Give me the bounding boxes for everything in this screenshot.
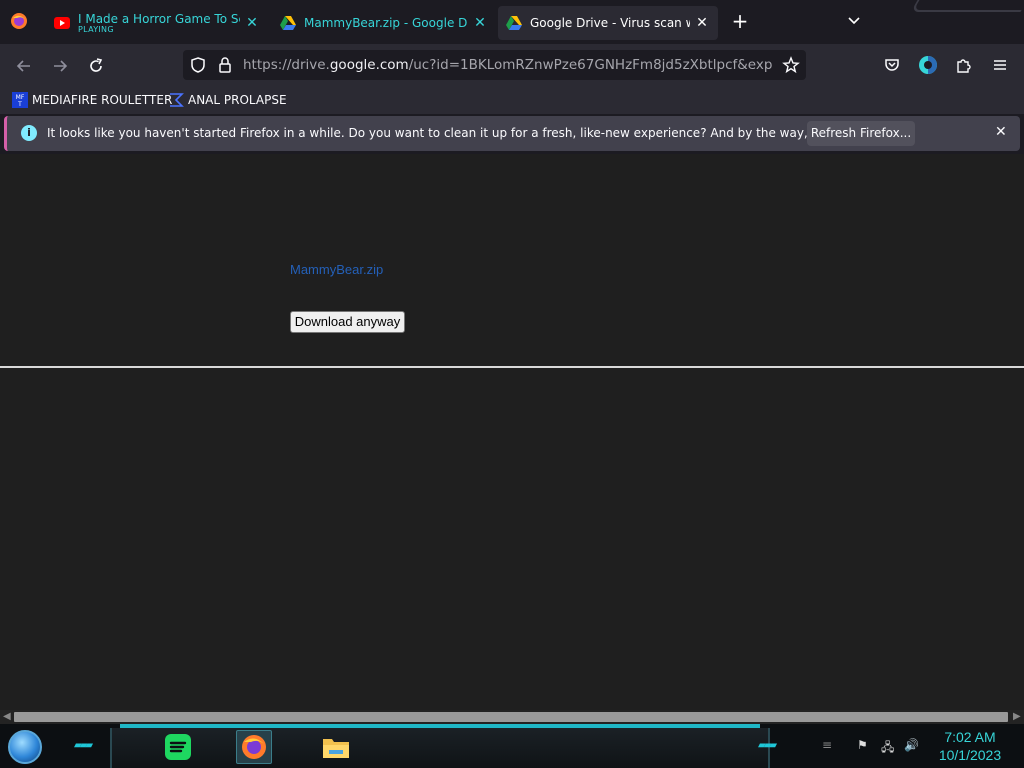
screen: I Made a Horror Game To Scare PLAYING ✕ … [0,0,1024,768]
page-content: MammyBear.zip Download anyway [0,154,1024,710]
navigation-toolbar: https://drive.google.com/uc?id=1BKLomRZn… [0,44,1024,86]
horizontal-scrollbar[interactable]: ◀ ▶ [0,710,1024,724]
bookmarks-toolbar: MF T MEDIAFIRE ROULETTER ANAL PROLAPSE [0,86,1024,114]
tab-youtube[interactable]: I Made a Horror Game To Scare PLAYING ✕ [46,6,268,40]
youtube-icon [54,15,70,31]
svg-text:T: T [17,101,22,108]
taskbar-separator-icon: ≡ [822,738,833,752]
lock-icon[interactable] [217,56,233,78]
system-clock[interactable]: 7:02 AM 10/1/2023 [930,728,1010,764]
forward-arrow-icon[interactable] [48,54,72,78]
scroll-left-arrow-icon[interactable]: ◀ [3,711,11,722]
url-prefix: https://drive. [243,57,330,73]
notification-message: It looks like you haven't started Firefo… [47,126,903,140]
svg-text:MF: MF [16,94,25,101]
tab-title: MammyBear.zip - Google Drive [304,16,468,30]
url-domain: google.com [329,57,409,73]
file-name-link[interactable]: MammyBear.zip [290,262,383,277]
divider [0,366,1024,368]
start-orb-icon[interactable] [8,730,42,764]
tracking-protection-shield-icon[interactable] [189,56,207,78]
tab-google-drive[interactable]: MammyBear.zip - Google Drive ✕ [272,6,496,40]
scrollbar-thumb[interactable] [14,712,1008,722]
back-arrow-icon[interactable] [12,54,36,78]
scroll-right-arrow-icon[interactable]: ▶ [1013,711,1021,722]
close-tab-icon[interactable]: ✕ [694,15,710,31]
tab-title: Google Drive - Virus scan warni [530,16,690,30]
url-path: /uc?id=1BKLomRZnwPze67GNHzFm8jd5zXbtlpcf… [408,57,773,73]
bookmark-anal-prolapse[interactable]: ANAL PROLAPSE [168,90,287,110]
taskbar: ▰▰▰ ▰▰▰ ≡ ⚑ 🖧 🔊 7:02 AM 10/1/2023 [0,724,1024,768]
chevron-decor-icon: ▰▰▰ [74,740,93,751]
address-bar[interactable]: https://drive.google.com/uc?id=1BKLomRZn… [183,50,806,80]
network-icon[interactable]: 🖧 [881,738,894,759]
taskbar-accent-line [120,724,760,728]
new-tab-button[interactable]: + [730,11,750,32]
close-icon[interactable]: ✕ [995,124,1007,140]
reload-icon[interactable] [84,54,108,78]
mediafire-icon: MF T [12,92,28,108]
extensions-puzzle-icon[interactable] [953,54,975,76]
tab-title: I Made a Horror Game To Scare [78,12,240,26]
download-anyway-button[interactable]: Download anyway [290,311,405,333]
url-text[interactable]: https://drive.google.com/uc?id=1BKLomRZn… [243,57,773,73]
tab-playing-label: PLAYING [78,25,114,34]
taskbar-plate [110,728,770,768]
firefox-view-icon[interactable] [10,12,28,30]
window-decoration [910,0,1024,12]
spotify-icon[interactable] [160,730,196,764]
bookmark-label: ANAL PROLAPSE [188,93,287,107]
close-tab-icon[interactable]: ✕ [472,15,488,31]
refresh-firefox-notification: i It looks like you haven't started Fire… [4,116,1020,151]
tab-strip: I Made a Horror Game To Scare PLAYING ✕ … [0,0,1024,44]
account-avatar-icon[interactable] [917,54,939,76]
clock-date: 10/1/2023 [938,747,1002,763]
action-center-flag-icon[interactable]: ⚑ [857,738,868,752]
chevron-decor-icon: ▰▰▰ [758,740,777,751]
info-icon: i [21,125,37,141]
refresh-firefox-button[interactable]: Refresh Firefox... [807,121,915,146]
firefox-taskbar-icon[interactable] [236,730,272,764]
tab-virus-scan-warning[interactable]: Google Drive - Virus scan warni ✕ [498,6,718,40]
bookmark-mediafire[interactable]: MF T MEDIAFIRE ROULETTER [12,90,172,110]
sigma-icon [168,92,184,108]
file-explorer-icon[interactable] [318,730,354,764]
google-drive-icon [506,15,522,31]
bookmark-label: MEDIAFIRE ROULETTER [32,93,173,107]
clock-time: 7:02 AM [944,729,996,745]
bookmark-star-icon[interactable] [782,56,800,78]
list-all-tabs-chevron-icon[interactable] [845,12,863,30]
pocket-icon[interactable] [881,54,903,76]
hamburger-menu-icon[interactable] [989,54,1011,76]
volume-icon[interactable]: 🔊 [904,738,919,752]
close-tab-icon[interactable]: ✕ [244,15,260,31]
google-drive-icon [280,15,296,31]
